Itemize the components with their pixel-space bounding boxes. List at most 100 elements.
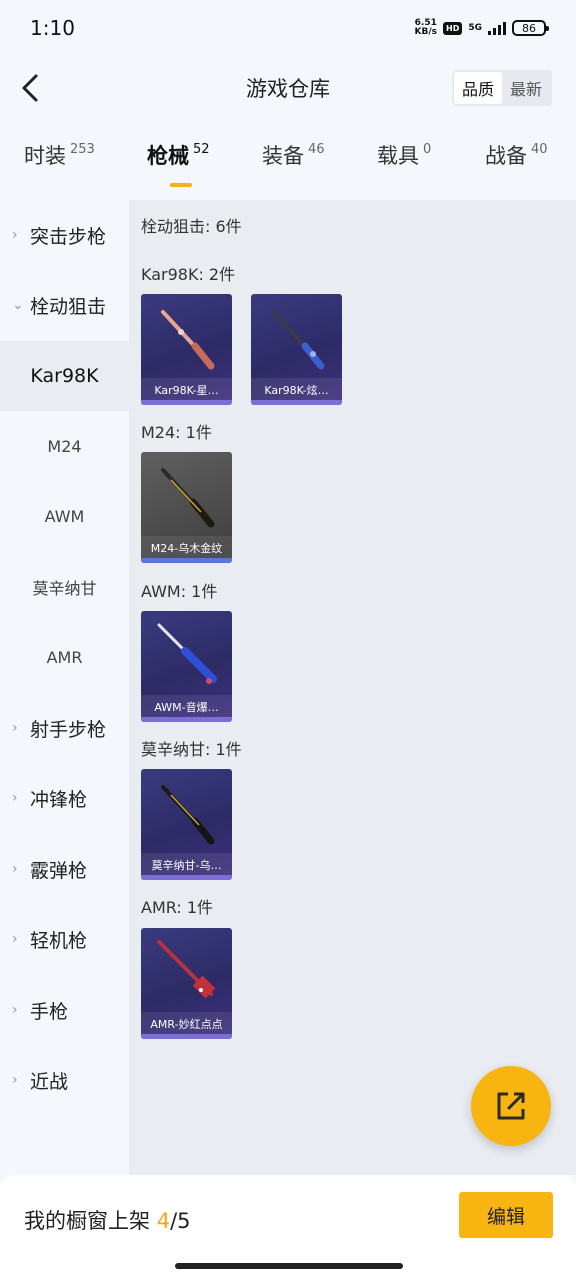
- weapon-skin-name: Kar98K-炫…: [251, 378, 342, 400]
- status-time: 1:10: [30, 16, 75, 40]
- tab-label: 枪械: [147, 144, 189, 168]
- sidebar-item-label: AWM: [44, 506, 85, 526]
- quality-strip: [141, 400, 232, 405]
- signal-icon: [488, 21, 506, 35]
- battery-icon: 86: [512, 20, 549, 36]
- home-indicator[interactable]: [175, 1263, 403, 1269]
- sort-quality-button[interactable]: 品质: [453, 72, 502, 104]
- chevron-down-icon: ⌄: [12, 297, 24, 313]
- group-title-awm: AWM: 1件: [141, 582, 218, 601]
- weapon-skin-name: Kar98K-星…: [141, 378, 232, 400]
- sidebar-item-dmr[interactable]: › 射手步枪: [0, 693, 129, 763]
- chevron-right-icon: ›: [12, 720, 18, 736]
- weapon-skin-card[interactable]: Kar98K-炫…: [251, 294, 342, 405]
- weapon-skin-name: M24-乌木金纹: [141, 536, 232, 558]
- chevron-right-icon: ›: [12, 790, 18, 806]
- tab-label: 载具: [377, 144, 419, 168]
- sidebar-item-bolt-sniper[interactable]: ⌄ 栓动狙击: [0, 270, 129, 340]
- tab-count: 253: [70, 142, 95, 157]
- sidebar-item-assault-rifle[interactable]: › 突击步枪: [0, 200, 129, 270]
- edit-button[interactable]: 编辑: [459, 1192, 553, 1238]
- sidebar-item-label: Kar98K: [30, 365, 99, 387]
- sort-newest-button[interactable]: 最新: [502, 72, 550, 104]
- network-speed-unit: KB/s: [414, 27, 437, 37]
- sidebar-item-label: 射手步枪: [30, 718, 107, 741]
- rifle-icon: [157, 623, 217, 684]
- sidebar-subitem-amr[interactable]: AMR: [0, 622, 129, 692]
- group-title-kar98k: Kar98K: 2件: [141, 265, 236, 284]
- tab-firearms[interactable]: 枪械 52: [147, 140, 210, 170]
- weapon-skin-name: 莫辛纳甘-乌…: [141, 853, 232, 875]
- sidebar-item-smg[interactable]: › 冲锋枪: [0, 763, 129, 833]
- sidebar-item-label: 霰弹枪: [30, 859, 88, 882]
- quality-strip: [141, 717, 232, 722]
- status-bar: 1:10 6.51 KB/s HD 5G 86: [0, 0, 576, 56]
- tab-label: 装备: [262, 144, 304, 168]
- tab-supplies[interactable]: 战备 40: [485, 140, 548, 170]
- tab-vehicles[interactable]: 载具 0: [377, 140, 431, 170]
- rifle-icon: [161, 468, 215, 528]
- share-export-icon: [497, 1092, 525, 1120]
- quality-strip: [251, 400, 342, 405]
- network-type: 5G: [468, 22, 482, 33]
- rifle-icon: [161, 785, 215, 845]
- chevron-right-icon: ›: [12, 861, 18, 877]
- chevron-right-icon: ›: [12, 227, 18, 243]
- battery-level: 86: [522, 21, 536, 35]
- status-icons: 6.51 KB/s HD 5G 86: [415, 19, 549, 37]
- share-export-button[interactable]: [471, 1066, 551, 1146]
- rifle-icon: [161, 310, 215, 370]
- weapon-skin-card[interactable]: AMR-妙红点点: [141, 928, 232, 1039]
- group-title-amr: AMR: 1件: [141, 898, 214, 917]
- showcase-status: 我的橱窗上架 4/5: [24, 1205, 191, 1235]
- rifle-icon: [157, 940, 216, 999]
- back-arrow-icon[interactable]: [14, 70, 50, 106]
- sidebar-subitem-mosin[interactable]: 莫辛纳甘: [0, 552, 129, 622]
- sidebar-subitem-awm[interactable]: AWM: [0, 481, 129, 551]
- app-header: 游戏仓库 品质 最新: [0, 60, 576, 116]
- tab-equipment[interactable]: 装备 46: [262, 140, 325, 170]
- weapon-skin-card[interactable]: Kar98K-星…: [141, 294, 232, 405]
- bottom-bar: 我的橱窗上架 4/5 编辑: [0, 1175, 576, 1280]
- sidebar-item-label: M24: [47, 436, 82, 456]
- showcase-current-count: 4: [156, 1209, 171, 1233]
- active-tab-indicator: [170, 183, 192, 187]
- sidebar-item-label: 突击步枪: [30, 225, 107, 248]
- weapon-skin-card[interactable]: AWM-音爆…: [141, 611, 232, 722]
- tab-fashion[interactable]: 时装 253: [24, 140, 95, 170]
- sidebar-item-label: AMR: [46, 647, 83, 667]
- showcase-label: 我的橱窗上架: [24, 1209, 150, 1233]
- sidebar-item-melee[interactable]: › 近战: [0, 1045, 129, 1115]
- sidebar-item-label: 莫辛纳甘: [32, 579, 97, 598]
- weapon-skin-card[interactable]: M24-乌木金纹: [141, 452, 232, 563]
- sort-toggle: 品质 最新: [451, 70, 552, 106]
- sidebar-item-lmg[interactable]: › 轻机枪: [0, 904, 129, 974]
- rifle-icon: [271, 310, 325, 370]
- tab-count: 52: [193, 142, 210, 157]
- category-tabs: 时装 253 枪械 52 装备 46 载具 0 战备 40: [0, 140, 576, 190]
- group-title-mosin: 莫辛纳甘: 1件: [141, 740, 242, 759]
- item-grid-panel: 栓动狙击: 6件 Kar98K: 2件 Kar98K-星… Kar98K-炫… …: [129, 200, 576, 1175]
- sidebar-subitem-m24[interactable]: M24: [0, 411, 129, 481]
- tab-count: 40: [531, 142, 548, 157]
- sidebar-item-label: 手枪: [30, 1000, 69, 1023]
- weapon-skin-card[interactable]: 莫辛纳甘-乌…: [141, 769, 232, 880]
- weapon-skin-name: AMR-妙红点点: [141, 1012, 232, 1034]
- weapon-type-sidebar: › 突击步枪 ⌄ 栓动狙击 Kar98K M24 AWM 莫辛纳甘 AMR › …: [0, 200, 129, 1175]
- quality-strip: [141, 558, 232, 563]
- sidebar-item-pistol[interactable]: › 手枪: [0, 975, 129, 1045]
- tab-label: 时装: [24, 144, 66, 168]
- sidebar-item-label: 轻机枪: [30, 929, 88, 952]
- group-title-m24: M24: 1件: [141, 423, 212, 442]
- sidebar-subitem-kar98k[interactable]: Kar98K: [0, 341, 129, 411]
- chevron-right-icon: ›: [12, 1002, 18, 1018]
- chevron-right-icon: ›: [12, 931, 18, 947]
- tab-count: 46: [308, 142, 325, 157]
- quality-strip: [141, 1034, 232, 1039]
- weapon-skin-name: AWM-音爆…: [141, 695, 232, 717]
- sidebar-item-shotgun[interactable]: › 霰弹枪: [0, 834, 129, 904]
- network-speed: 6.51 KB/s: [415, 19, 437, 37]
- sidebar-item-label: 冲锋枪: [30, 788, 88, 811]
- showcase-total-count: /5: [170, 1209, 191, 1233]
- tab-count: 0: [423, 142, 432, 157]
